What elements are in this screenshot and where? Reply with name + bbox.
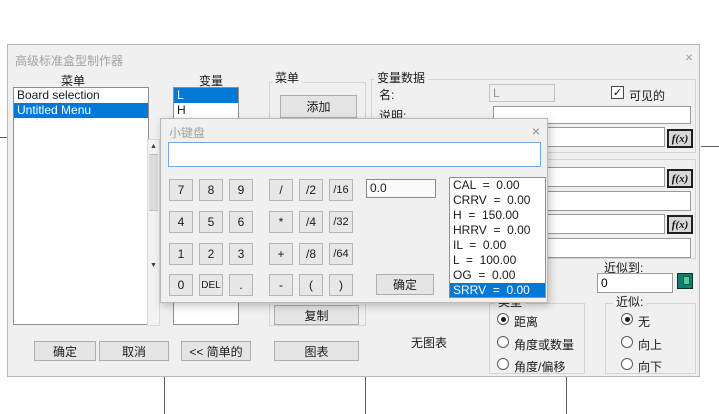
rounding-group-label: 近似:	[613, 296, 646, 308]
canvas-line	[0, 137, 7, 138]
key-1[interactable]: 1	[169, 243, 193, 265]
radio-round-down[interactable]	[621, 358, 633, 370]
visible-checkbox[interactable]: ✓	[611, 86, 624, 99]
menu-list-scrollbar[interactable]: ▲ ▼	[147, 139, 160, 326]
key-half[interactable]: /2	[299, 179, 323, 201]
no-chart-text: 无图表	[411, 334, 447, 351]
key-divide[interactable]: /	[269, 179, 293, 201]
key-9[interactable]: 9	[229, 179, 253, 201]
key-minus[interactable]: -	[269, 274, 293, 296]
canvas-line	[164, 377, 165, 414]
canvas-line	[701, 146, 719, 147]
key-decimal[interactable]: .	[229, 274, 253, 296]
key-quarter[interactable]: /4	[299, 211, 323, 233]
screen: 高级标准盒型制作器 × 菜单 Board selection Untitled …	[0, 0, 719, 414]
keypad-ok-button[interactable]: 确定	[376, 274, 434, 295]
canvas-line	[566, 377, 567, 414]
ok-button[interactable]: 确定	[34, 341, 96, 361]
simple-toggle-button[interactable]: << 简单的	[181, 341, 251, 361]
round-to-picker-button[interactable]	[677, 273, 693, 289]
scroll-down-icon[interactable]: ▼	[148, 259, 159, 272]
radio-angle-offset-label: 角度/偏移	[514, 358, 565, 375]
key-2[interactable]: 2	[199, 243, 223, 265]
fx-button-1[interactable]: f(x)	[667, 129, 693, 148]
list-item[interactable]: H = 150.00	[450, 208, 545, 223]
list-item-selected[interactable]: SRRV = 0.00	[450, 283, 545, 298]
cancel-button[interactable]: 取消	[99, 341, 169, 361]
radio-round-up-label: 向上	[638, 336, 662, 353]
key-sixtyfourth[interactable]: /64	[329, 243, 353, 265]
list-item[interactable]: Board selection	[14, 88, 148, 103]
key-open-paren[interactable]: (	[299, 274, 323, 296]
list-item[interactable]: OG = 0.00	[450, 268, 545, 283]
list-item-selected[interactable]: Untitled Menu	[14, 103, 148, 118]
radio-angle-or-quantity[interactable]	[497, 336, 509, 348]
round-to-field[interactable]	[597, 273, 673, 293]
menu-actions-group-label: 菜单	[272, 72, 302, 84]
key-0[interactable]: 0	[169, 274, 193, 296]
key-7[interactable]: 7	[169, 179, 193, 201]
key-multiply[interactable]: *	[269, 211, 293, 233]
variable-data-group-label: 变量数据	[374, 72, 428, 84]
key-plus[interactable]: +	[269, 243, 293, 265]
add-button[interactable]: 添加	[280, 95, 357, 118]
key-4[interactable]: 4	[169, 211, 193, 233]
list-item[interactable]: L = 100.00	[450, 253, 545, 268]
keypad-dialog-title: 小键盘	[169, 124, 205, 141]
key-sixteenth[interactable]: /16	[329, 179, 353, 201]
keypad-variable-list: CAL = 0.00 CRRV = 0.00 H = 150.00 HRRV =…	[449, 177, 546, 298]
radio-none[interactable]	[621, 313, 633, 325]
copy-button[interactable]: 复制	[274, 305, 359, 325]
key-3[interactable]: 3	[229, 243, 253, 265]
radio-round-down-label: 向下	[638, 358, 662, 375]
key-close-paren[interactable]: )	[329, 274, 353, 296]
close-icon[interactable]: ×	[527, 123, 545, 139]
fx-button-2[interactable]: f(x)	[667, 169, 693, 188]
key-8[interactable]: 8	[199, 179, 223, 201]
radio-angle-or-quantity-label: 角度或数量	[514, 336, 574, 353]
main-dialog-title: 高级标准盒型制作器	[15, 52, 123, 69]
keypad-dialog: 小键盘 × 7 8 9 4 5 6 1 2 3 0 DEL . / /2 /16…	[160, 118, 548, 303]
list-item[interactable]: CAL = 0.00	[450, 178, 545, 193]
radio-none-label: 无	[638, 313, 650, 330]
keypad-result-field: 0.0	[366, 179, 436, 198]
radio-distance[interactable]	[497, 313, 509, 325]
scroll-up-icon[interactable]: ▲	[148, 140, 159, 153]
chart-button[interactable]: 图表	[274, 341, 359, 361]
radio-angle-offset[interactable]	[497, 358, 509, 370]
list-item[interactable]: IL = 0.00	[450, 238, 545, 253]
key-eighth[interactable]: /8	[299, 243, 323, 265]
list-item[interactable]: H	[174, 103, 238, 118]
close-icon[interactable]: ×	[680, 49, 698, 65]
radio-round-up[interactable]	[621, 336, 633, 348]
key-thirtysecond[interactable]: /32	[329, 211, 353, 233]
name-field: L	[489, 84, 555, 102]
fx-button-3[interactable]: f(x)	[667, 215, 693, 234]
key-del[interactable]: DEL	[199, 274, 223, 296]
key-6[interactable]: 6	[229, 211, 253, 233]
canvas-line	[365, 377, 366, 414]
radio-distance-label: 距离	[514, 313, 538, 330]
key-5[interactable]: 5	[199, 211, 223, 233]
visible-checkbox-label: 可见的	[629, 87, 665, 104]
list-item-selected[interactable]: L	[174, 88, 238, 103]
scrollbar-thumb[interactable]	[149, 154, 158, 211]
keypad-expression-input[interactable]	[168, 142, 541, 167]
list-item[interactable]: HRRV = 0.00	[450, 223, 545, 238]
menu-list: Board selection Untitled Menu	[13, 87, 149, 325]
list-item[interactable]: CRRV = 0.00	[450, 193, 545, 208]
name-label: 名:	[379, 86, 394, 103]
